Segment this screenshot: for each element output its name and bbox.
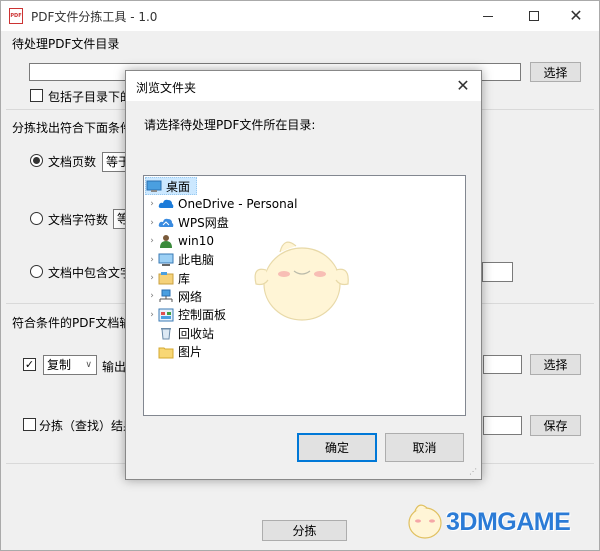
network-icon bbox=[158, 289, 174, 303]
cancel-button[interactable]: 取消 bbox=[385, 433, 464, 462]
tree-item[interactable]: › 库 bbox=[146, 269, 190, 287]
tree-item-label: 桌面 bbox=[166, 179, 191, 194]
save-button[interactable]: 保存 bbox=[530, 415, 581, 436]
contains-text-label: 文档中包含文字 bbox=[48, 266, 133, 280]
desktop-icon bbox=[146, 179, 162, 193]
tree-item-label: 此电脑 bbox=[178, 253, 215, 268]
chevron-right-icon[interactable]: › bbox=[146, 218, 158, 228]
result-checkbox[interactable] bbox=[23, 418, 36, 431]
output-section-label: 符合条件的PDF文档输出 bbox=[12, 316, 144, 330]
output-label: 输出 bbox=[102, 360, 127, 374]
chevron-right-icon[interactable]: › bbox=[146, 310, 158, 320]
computer-icon bbox=[158, 253, 174, 267]
onedrive-cloud-icon bbox=[158, 197, 174, 211]
chevron-right-icon[interactable]: › bbox=[146, 199, 158, 209]
mascot-logo-icon bbox=[408, 504, 442, 539]
page-count-radio[interactable] bbox=[30, 154, 43, 167]
title-bar: PDF PDF文件分拣工具 - 1.0 ✕ bbox=[1, 1, 599, 31]
minimize-icon bbox=[483, 15, 493, 17]
tree-item[interactable]: 图片 bbox=[146, 343, 202, 361]
close-icon: ✕ bbox=[569, 6, 583, 25]
result-label: 分拣（查找）结果 bbox=[39, 419, 136, 433]
maximize-icon bbox=[529, 11, 539, 21]
tree-item-label: OneDrive - Personal bbox=[178, 197, 298, 212]
tree-item[interactable]: › OneDrive - Personal bbox=[146, 195, 297, 213]
control-panel-icon bbox=[158, 308, 174, 322]
chevron-down-icon: ∨ bbox=[85, 360, 92, 370]
chevron-right-icon[interactable]: › bbox=[146, 291, 158, 301]
close-icon: ✕ bbox=[456, 76, 470, 95]
tree-item[interactable]: › WPS网盘 bbox=[146, 214, 229, 232]
char-count-radio[interactable] bbox=[30, 212, 43, 225]
sort-button[interactable]: 分拣 bbox=[262, 520, 347, 541]
action-select[interactable]: 复制 ∨ bbox=[43, 355, 97, 375]
chevron-right-icon[interactable]: › bbox=[146, 255, 158, 265]
pdf-app-icon: PDF bbox=[9, 8, 23, 24]
window-title: PDF文件分拣工具 - 1.0 bbox=[31, 10, 158, 24]
tree-item[interactable]: › win10 bbox=[146, 232, 214, 250]
tree-item-label: 库 bbox=[178, 271, 191, 286]
contains-text-input[interactable] bbox=[482, 262, 513, 282]
dialog-close-button[interactable]: ✕ bbox=[446, 71, 480, 101]
output-dir-input[interactable] bbox=[483, 355, 522, 374]
action-select-value: 复制 bbox=[47, 358, 72, 372]
resize-grip-icon[interactable]: ⋰ bbox=[469, 467, 479, 477]
char-count-label: 文档字符数 bbox=[48, 213, 109, 227]
ok-button[interactable]: 确定 bbox=[297, 433, 377, 462]
maximize-button[interactable] bbox=[511, 1, 557, 31]
tree-item[interactable]: › 控制面板 bbox=[146, 306, 226, 324]
close-button[interactable]: ✕ bbox=[553, 1, 599, 31]
dialog-title: 浏览文件夹 bbox=[136, 81, 197, 95]
contains-text-radio[interactable] bbox=[30, 265, 43, 278]
tree-item-label: 回收站 bbox=[178, 326, 215, 341]
select-output-button[interactable]: 选择 bbox=[530, 354, 581, 375]
include-subdirs-checkbox[interactable] bbox=[30, 89, 43, 102]
select-source-button[interactable]: 选择 bbox=[530, 62, 581, 82]
tree-item[interactable]: 桌面 bbox=[145, 177, 198, 195]
library-icon bbox=[158, 271, 174, 285]
tree-item[interactable]: › 此电脑 bbox=[146, 251, 214, 269]
tree-item-label: WPS网盘 bbox=[178, 216, 229, 231]
minimize-button[interactable] bbox=[465, 1, 511, 31]
dialog-title-bar: 浏览文件夹 ✕ bbox=[126, 71, 481, 101]
criteria-label: 分拣找出符合下面条件 bbox=[12, 121, 133, 135]
output-enable-checkbox[interactable]: ✓ bbox=[23, 358, 36, 371]
page-count-label: 文档页数 bbox=[48, 155, 97, 169]
watermark-text: 3DMGAME bbox=[446, 508, 571, 536]
include-subdirs-label: 包括子目录下的 bbox=[48, 90, 133, 104]
wps-cloud-icon bbox=[158, 216, 174, 230]
chevron-right-icon[interactable]: › bbox=[146, 273, 158, 283]
tree-item-label: 网络 bbox=[178, 289, 203, 304]
recycle-bin-icon bbox=[158, 326, 174, 340]
source-dir-label: 待处理PDF文件目录 bbox=[12, 37, 120, 51]
tree-item[interactable]: › 网络 bbox=[146, 287, 202, 305]
tree-item-label: 图片 bbox=[178, 345, 203, 360]
result-file-input[interactable] bbox=[483, 416, 522, 435]
tree-item-label: win10 bbox=[178, 234, 215, 249]
tree-item-label: 控制面板 bbox=[178, 308, 227, 323]
dialog-prompt: 请选择待处理PDF文件所在目录: bbox=[144, 118, 316, 132]
chevron-right-icon[interactable]: › bbox=[146, 236, 158, 246]
folder-icon bbox=[158, 345, 174, 359]
tree-item[interactable]: 回收站 bbox=[146, 324, 214, 342]
mascot-watermark bbox=[254, 241, 349, 321]
user-icon bbox=[158, 234, 174, 249]
